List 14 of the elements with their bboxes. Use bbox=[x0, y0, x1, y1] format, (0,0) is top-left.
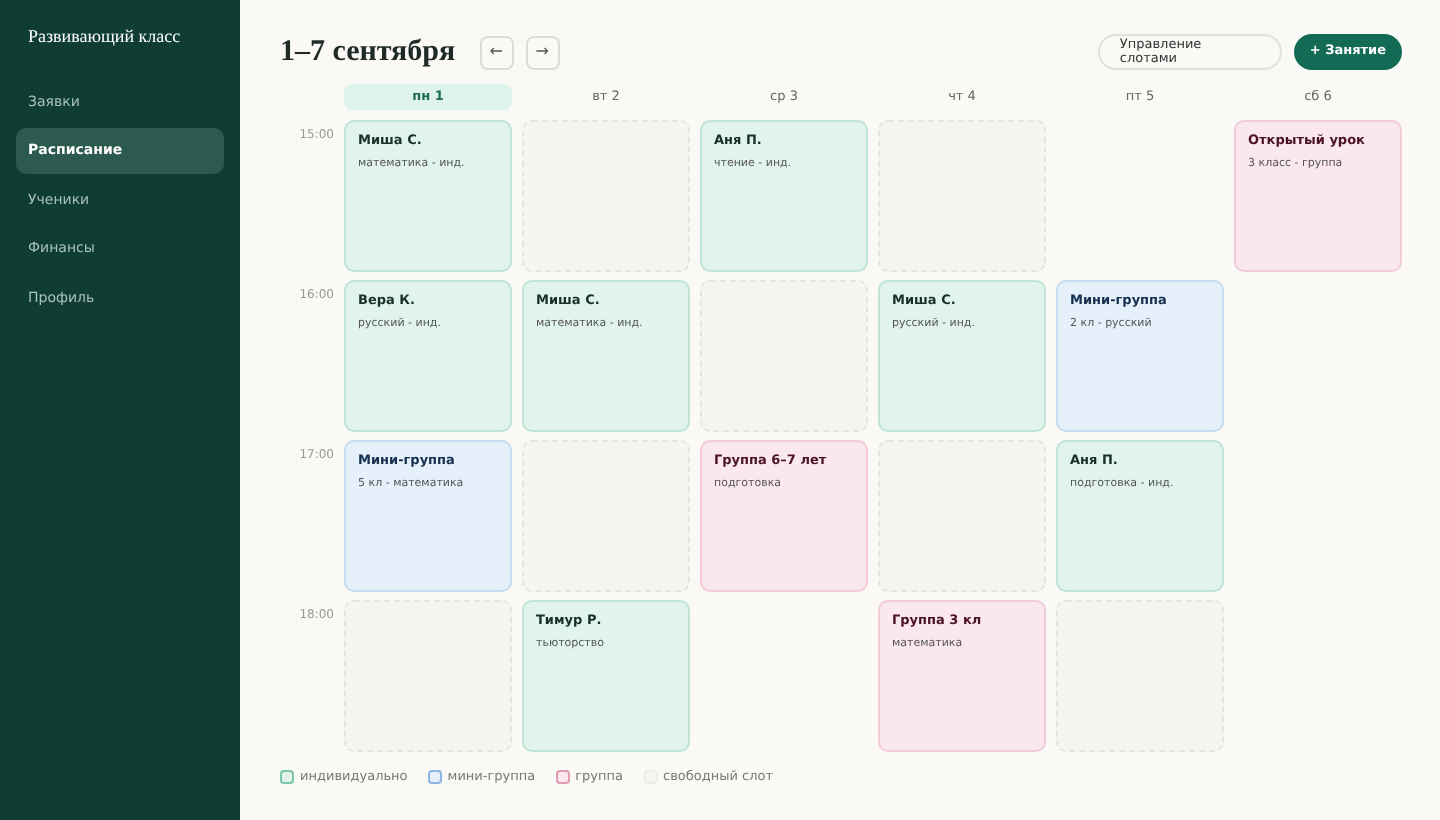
free-slot[interactable] bbox=[700, 280, 868, 432]
legend-swatch bbox=[555, 770, 570, 785]
legend-swatch bbox=[427, 770, 442, 785]
next-week-button[interactable]: → bbox=[525, 35, 560, 69]
free-slot[interactable] bbox=[522, 120, 690, 272]
free-slot[interactable] bbox=[878, 120, 1046, 272]
free-slot[interactable] bbox=[522, 440, 690, 592]
app-title: Развивающий класс bbox=[26, 24, 183, 50]
legend-swatch bbox=[280, 770, 294, 785]
free-slot[interactable] bbox=[878, 440, 1046, 592]
week-title: 1–7 сентября bbox=[280, 33, 456, 72]
free-slot[interactable] bbox=[1056, 600, 1224, 752]
free-slot[interactable] bbox=[344, 600, 512, 752]
previous-week-button[interactable]: ← bbox=[479, 35, 514, 69]
